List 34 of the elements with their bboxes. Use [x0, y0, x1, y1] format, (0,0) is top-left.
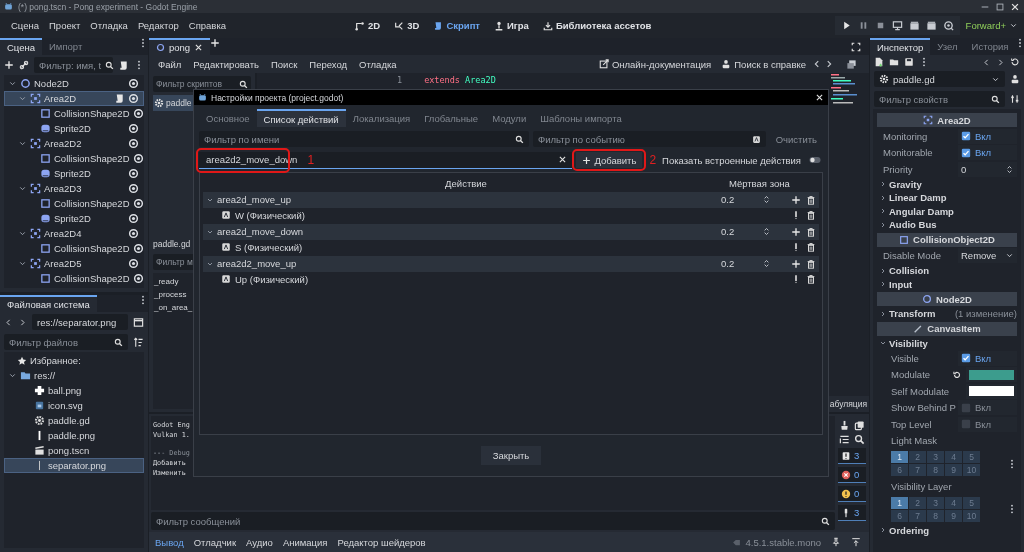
column-header: Действие [444, 178, 488, 189]
property-label: Visibility Layer [890, 480, 953, 492]
version-label: 4.5.1.stable.mono [745, 536, 821, 548]
script-name: paddle.gd [153, 238, 191, 251]
window-title: (*) pong.tscn - Pong experiment - Godot Engine [18, 1, 198, 12]
property-label: Visible [890, 352, 920, 364]
property-label: Show Behind P [890, 402, 955, 414]
event-label: S (Физический) [235, 241, 304, 253]
checkbox-label: Вкл [975, 418, 992, 430]
code-line: extends Area2D [424, 75, 496, 87]
checkbox-label: Вкл [975, 147, 992, 159]
section-title: Node2D [936, 293, 972, 305]
annotation-number: 2 [649, 154, 657, 166]
line-number: 1 [397, 75, 403, 87]
property-label: Top Level [890, 418, 933, 430]
annotation-number: 1 [307, 153, 315, 166]
section-title: CollisionObject2D [913, 234, 995, 245]
property-label: Monitorable [882, 147, 934, 159]
dialog-title: Настройки проекта (project.godot) [211, 92, 344, 103]
column-header: Мёртвая зона [729, 178, 791, 189]
checkbox-label: Вкл [975, 352, 992, 364]
section-title: CanvasItem [927, 323, 981, 334]
checkbox-label: Вкл [975, 130, 992, 142]
property-label: Disable Mode [882, 250, 943, 262]
property-label: Self Modulate [890, 385, 949, 397]
event-label: W (Физический) [235, 209, 306, 221]
event-label: Up (Физический) [235, 273, 310, 285]
property-label: Modulate [890, 369, 932, 381]
property-label: Monitoring [882, 130, 929, 142]
property-label: Priority [882, 163, 914, 175]
property-label: Light Mask [890, 435, 938, 447]
favorites-label: Избранное: [30, 355, 81, 366]
section-title: Area2D [937, 114, 971, 126]
checkbox-label: Вкл [975, 402, 992, 414]
